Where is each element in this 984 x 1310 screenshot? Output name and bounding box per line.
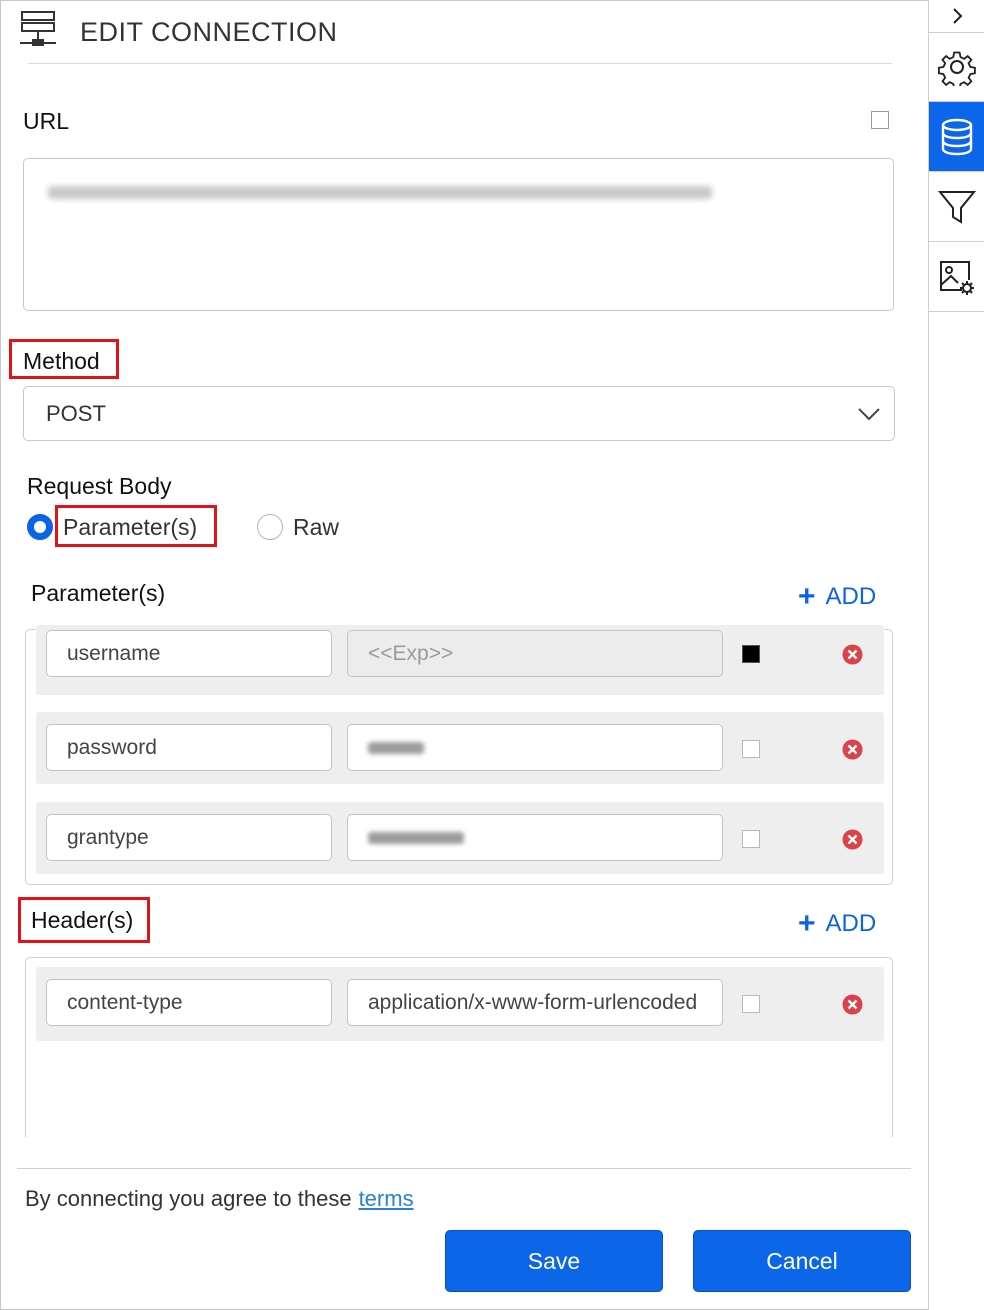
url-label: URL — [23, 108, 70, 134]
parameter-expression-checkbox[interactable] — [742, 645, 760, 663]
delete-icon[interactable] — [842, 994, 863, 1015]
terms-link[interactable]: terms — [359, 1186, 414, 1211]
headers-section-label: Header(s) — [31, 907, 134, 933]
database-icon — [941, 118, 972, 155]
sidebar-item-settings[interactable] — [929, 33, 984, 102]
radio-parameters-label[interactable]: Parameter(s) — [63, 514, 197, 541]
delete-icon[interactable] — [842, 829, 863, 850]
chevron-down-icon — [856, 401, 882, 427]
parameter-value-input[interactable] — [347, 814, 723, 861]
plus-icon: + — [798, 907, 816, 940]
chevron-right-icon — [952, 8, 962, 24]
method-label: Method — [23, 348, 100, 374]
sidebar-collapse-button[interactable] — [929, 0, 984, 33]
redacted-value — [368, 831, 464, 844]
image-settings-icon — [939, 260, 974, 295]
page-title: EDIT CONNECTION — [80, 16, 338, 47]
parameter-expression-checkbox[interactable] — [742, 830, 760, 848]
add-parameter-button[interactable]: + ADD — [798, 582, 876, 612]
parameters-list: username <<Exp>> password grantype — [25, 625, 893, 885]
sidebar-item-image-settings[interactable] — [929, 242, 984, 312]
parameter-expression-checkbox[interactable] — [742, 740, 760, 758]
add-header-label: ADD — [825, 910, 877, 937]
server-network-icon — [20, 10, 56, 55]
header-key-input[interactable]: content-type — [46, 979, 332, 1026]
sidebar-item-filter[interactable] — [929, 172, 984, 242]
radio-raw-label[interactable]: Raw — [293, 514, 339, 541]
parameters-section-label: Parameter(s) — [31, 580, 166, 606]
edit-connection-panel: EDIT CONNECTION URL Method POST Request … — [0, 0, 928, 1310]
add-parameter-label: ADD — [825, 583, 877, 610]
plus-icon: + — [798, 580, 816, 613]
gear-icon — [937, 51, 976, 86]
header-expression-checkbox[interactable] — [742, 995, 760, 1013]
method-select[interactable]: POST — [23, 386, 895, 441]
url-input[interactable] — [23, 158, 894, 311]
parameter-value-input[interactable]: <<Exp>> — [347, 630, 723, 677]
filter-icon — [937, 190, 976, 224]
cancel-button[interactable]: Cancel — [693, 1230, 911, 1292]
save-button[interactable]: Save — [445, 1230, 663, 1292]
url-expression-checkbox[interactable] — [871, 111, 889, 129]
redacted-url-value — [48, 186, 712, 199]
delete-icon[interactable] — [842, 739, 863, 760]
terms-notice: By connecting you agree to these terms — [25, 1186, 414, 1212]
table-row: grantype — [36, 802, 884, 874]
headers-list: content-type application/x-www-form-urle… — [25, 957, 893, 1137]
header-value-input[interactable]: application/x-www-form-urlencoded — [347, 979, 723, 1026]
footer-divider — [17, 1168, 911, 1169]
table-row: password — [36, 712, 884, 784]
table-row: content-type application/x-www-form-urle… — [36, 967, 884, 1041]
parameter-key-input[interactable]: password — [46, 724, 332, 771]
method-selected-value: POST — [46, 400, 106, 426]
right-sidebar — [928, 0, 984, 1310]
radio-parameters[interactable] — [27, 514, 53, 540]
add-header-button[interactable]: + ADD — [798, 909, 876, 939]
request-body-label: Request Body — [27, 473, 172, 499]
delete-icon[interactable] — [842, 644, 863, 665]
table-row: username <<Exp>> — [36, 625, 884, 695]
radio-raw[interactable] — [257, 514, 283, 540]
parameter-key-input[interactable]: grantype — [46, 814, 332, 861]
panel-header: EDIT CONNECTION — [20, 10, 338, 54]
parameter-key-input[interactable]: username — [46, 630, 332, 677]
header-divider — [28, 63, 892, 64]
redacted-value — [368, 741, 424, 754]
sidebar-item-data-source[interactable] — [929, 102, 984, 172]
terms-prefix: By connecting you agree to these — [25, 1186, 352, 1211]
parameter-value-input[interactable] — [347, 724, 723, 771]
